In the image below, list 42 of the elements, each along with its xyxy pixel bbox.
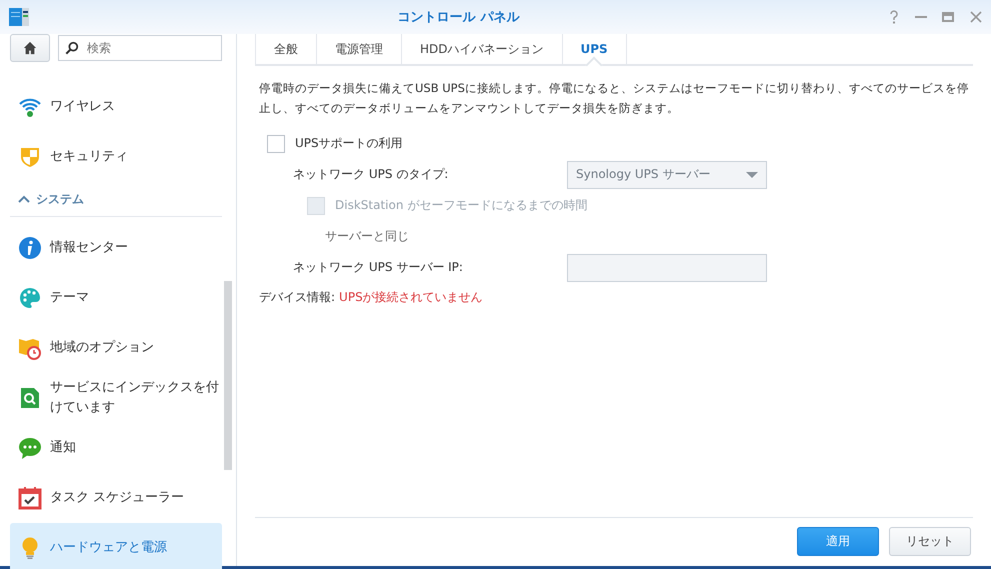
palette-icon xyxy=(18,286,42,310)
device-info-label: デバイス情報: xyxy=(259,289,336,306)
maximize-icon xyxy=(941,10,955,24)
home-icon xyxy=(23,41,37,55)
window-title: コントロール パネル xyxy=(396,9,521,26)
tab[interactable]: 電源管理 xyxy=(316,34,401,64)
caret-icon xyxy=(746,170,758,178)
sidebar-item[interactable]: テーマ xyxy=(10,273,222,323)
search-document-icon xyxy=(18,386,42,410)
minimize-icon xyxy=(915,16,927,18)
scrollbar[interactable] xyxy=(224,281,232,470)
reset-button[interactable]: リセット xyxy=(889,526,971,556)
sidebar-item[interactable]: ワイヤレス xyxy=(10,82,222,132)
field-label: ネットワーク UPS のタイプ: xyxy=(293,166,450,183)
search-field[interactable]: 検索 xyxy=(58,35,222,61)
tab[interactable]: 全般 xyxy=(255,34,316,64)
device-status-text: UPSが接続されていません xyxy=(339,289,483,306)
checkbox[interactable] xyxy=(267,134,285,152)
sidebar-item[interactable]: サービスにインデックスを付けています xyxy=(10,373,222,423)
home-button[interactable] xyxy=(10,34,50,62)
info-icon xyxy=(18,236,42,260)
sidebar-item[interactable]: ハードウェアと電源 xyxy=(10,523,222,569)
sidebar-item[interactable]: タスク スケジューラー xyxy=(10,473,222,523)
app-icon xyxy=(8,6,30,28)
shield-icon xyxy=(18,145,42,169)
sidebar-item[interactable]: 情報センター xyxy=(10,223,222,273)
map-clock-icon xyxy=(18,336,42,360)
calendar-icon xyxy=(18,486,42,510)
sidebar-item[interactable]: 通知 xyxy=(10,423,222,473)
sidebar-item[interactable]: 地域のオプション xyxy=(10,323,222,373)
section-header[interactable]: システム xyxy=(10,182,222,217)
field-label: ネットワーク UPS サーバー IP: xyxy=(293,259,464,276)
chat-bubble-icon xyxy=(18,436,42,460)
description-text: 停電時のデータ損失に備えてUSB UPSに接続します。停電になると、システムはセーフモードに切り替わり、すべてのサービスを停止し、すべてのデータボリュームをアンマウントしてデータ損失を防ぎます。 xyxy=(259,80,970,117)
checkbox-label: DiskStation がセーフモードになるまでの時間 xyxy=(335,197,588,214)
search-icon xyxy=(65,41,79,55)
note-text: サーバーと同じ xyxy=(325,228,409,245)
chevron-up-icon xyxy=(18,193,30,205)
checkbox-label: UPSサポートの利用 xyxy=(295,135,403,152)
sidebar-item[interactable]: セキュリティ xyxy=(10,132,222,182)
close-icon xyxy=(969,10,983,24)
tab[interactable]: HDDハイバネーション xyxy=(401,34,562,64)
